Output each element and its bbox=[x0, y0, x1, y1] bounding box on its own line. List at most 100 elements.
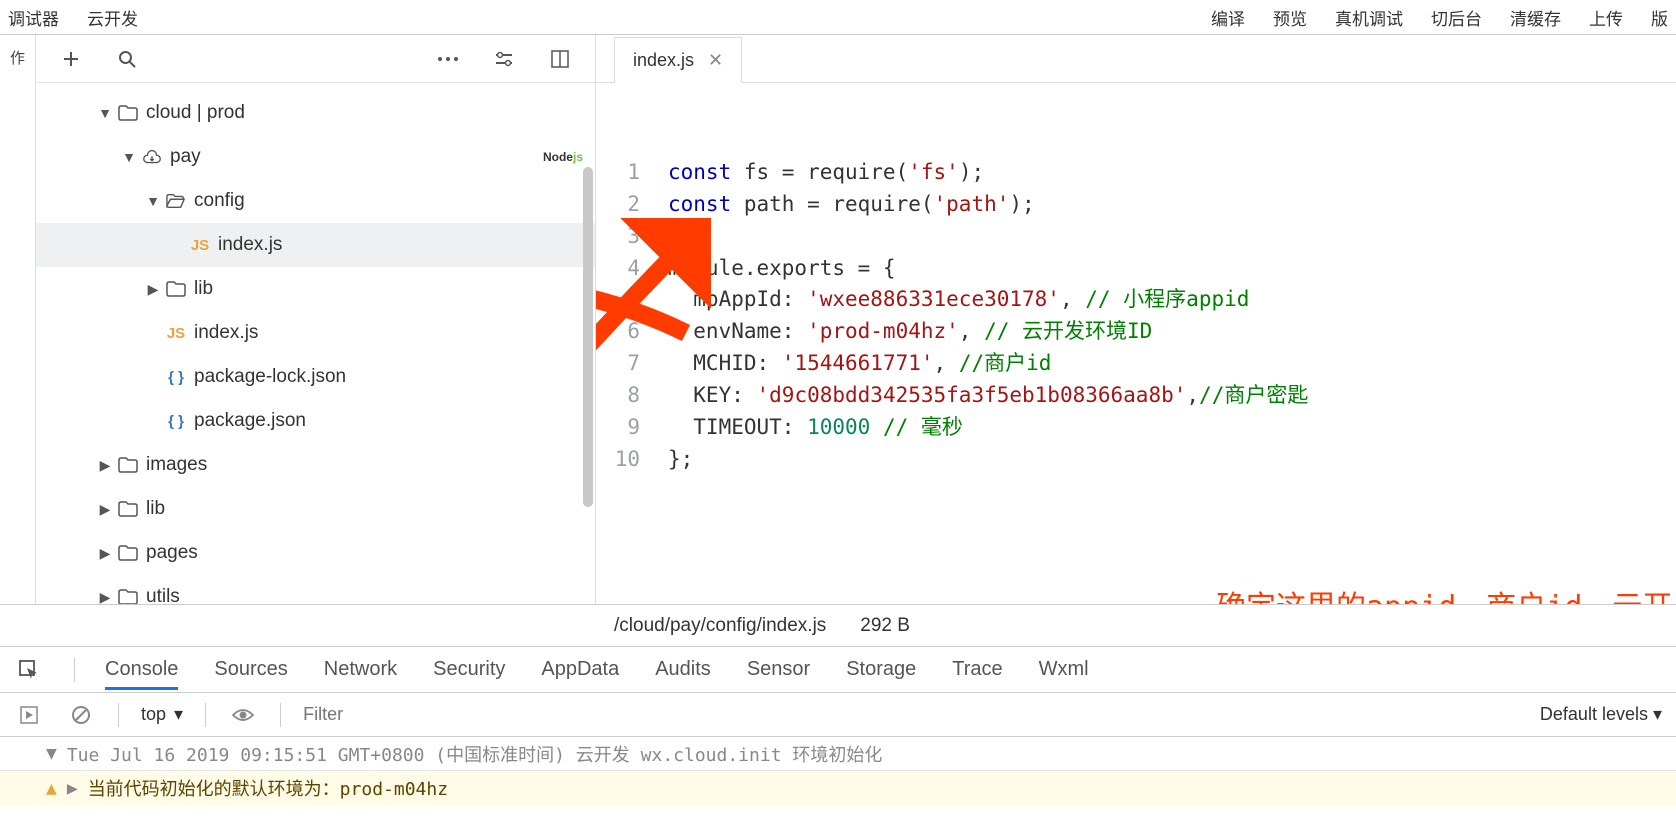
play-icon bbox=[20, 706, 38, 724]
editor-status-bar: /cloud/pay/config/index.js 292 B bbox=[0, 605, 1676, 647]
caret-down-icon: ▼ bbox=[96, 105, 114, 121]
line-number: 10 bbox=[596, 444, 668, 476]
clear-icon bbox=[71, 705, 91, 725]
line-number: 6 bbox=[596, 316, 668, 348]
tree-row[interactable]: ▼payNodejs bbox=[36, 135, 595, 179]
devtools-tab[interactable]: Console bbox=[105, 658, 178, 690]
js-icon: JS bbox=[162, 325, 190, 342]
folder-icon bbox=[162, 281, 190, 297]
top-menu-left: 调试器 云开发 bbox=[8, 5, 138, 30]
devtools-tab[interactable]: Sources bbox=[214, 658, 287, 682]
devtools-tab[interactable]: Audits bbox=[655, 658, 711, 682]
caret-right-icon: ▶ bbox=[96, 457, 114, 474]
close-icon[interactable]: ✕ bbox=[708, 50, 723, 71]
tree-label: config bbox=[190, 190, 245, 212]
devtools-tab[interactable]: Security bbox=[433, 658, 505, 682]
tree-row[interactable]: ▶pages bbox=[36, 531, 595, 575]
code-line: 6 envName: 'prod-m04hz', // 云开发环境ID bbox=[596, 316, 1676, 348]
console-output[interactable]: ▼ Tue Jul 16 2019 09:15:51 GMT+0800 (中国标… bbox=[0, 737, 1676, 805]
devtools-tabs: ConsoleSourcesNetworkSecurityAppDataAudi… bbox=[105, 658, 1089, 682]
split-button[interactable] bbox=[545, 44, 575, 74]
live-button[interactable] bbox=[228, 700, 258, 730]
tree-row[interactable]: { }package-lock.json bbox=[36, 355, 595, 399]
tree-label: cloud | prod bbox=[142, 102, 245, 124]
tree-label: lib bbox=[190, 278, 213, 300]
inspect-icon bbox=[19, 660, 39, 680]
caret-right-icon: ▶ bbox=[96, 589, 114, 605]
devtools-tab[interactable]: Sensor bbox=[747, 658, 810, 682]
code-line: 7 MCHID: '1544661771', //商户id bbox=[596, 348, 1676, 380]
code-editor[interactable]: 1const fs = require('fs');2const path = … bbox=[596, 83, 1676, 604]
devtools-tab[interactable]: Storage bbox=[846, 658, 916, 682]
tree-row[interactable]: JSindex.js bbox=[36, 311, 595, 355]
editor-tab[interactable]: index.js ✕ bbox=[614, 37, 742, 83]
file-tree[interactable]: ▼cloud | prod▼payNodejs▼configJSindex.js… bbox=[36, 83, 595, 604]
devtools-tab[interactable]: Network bbox=[324, 658, 397, 682]
plus-icon bbox=[62, 50, 80, 68]
eye-icon bbox=[232, 707, 254, 723]
left-gutter-strip: 作 bbox=[0, 35, 36, 604]
search-button[interactable] bbox=[112, 44, 142, 74]
tree-row[interactable]: ▶utils bbox=[36, 575, 595, 604]
code-line: 2const path = require('path'); bbox=[596, 189, 1676, 221]
line-number: 9 bbox=[596, 412, 668, 444]
run-button[interactable] bbox=[14, 700, 44, 730]
console-log-line: ▼ Tue Jul 16 2019 09:15:51 GMT+0800 (中国标… bbox=[0, 737, 1676, 771]
more-button[interactable] bbox=[433, 44, 463, 74]
explorer-scrollbar[interactable] bbox=[583, 167, 593, 507]
menu-item[interactable]: 上传 bbox=[1589, 5, 1623, 30]
tree-row[interactable]: ▶lib bbox=[36, 267, 595, 311]
menu-item[interactable]: 真机调试 bbox=[1335, 5, 1403, 30]
nodejs-badge: Nodejs bbox=[543, 150, 583, 164]
status-filesize: 292 B bbox=[860, 615, 910, 637]
menu-item[interactable]: 预览 bbox=[1273, 5, 1307, 30]
settings-button[interactable] bbox=[489, 44, 519, 74]
tree-row[interactable]: ▼ cloud | prod bbox=[36, 91, 595, 135]
menu-item[interactable]: 版 bbox=[1651, 5, 1668, 30]
tree-row[interactable]: ▼config bbox=[36, 179, 595, 223]
inspect-button[interactable] bbox=[14, 655, 44, 685]
json-icon: { } bbox=[162, 369, 190, 386]
search-icon bbox=[118, 50, 136, 68]
js-icon: JS bbox=[186, 237, 214, 254]
menu-item[interactable]: 云开发 bbox=[87, 5, 138, 30]
annotation-overlay: 确定这里的appid，商户id，云开发环境id 商户密匙都是你的 bbox=[1216, 503, 1676, 604]
left-gutter-label: 作 bbox=[10, 50, 25, 67]
line-number: 4 bbox=[596, 253, 668, 285]
top-menu-right: 编译 预览 真机调试 切后台 清缓存 上传 版 bbox=[1211, 5, 1668, 30]
folder-open-icon bbox=[162, 193, 190, 209]
tree-row[interactable]: { }package.json bbox=[36, 399, 595, 443]
context-select[interactable]: top ▾ bbox=[141, 704, 183, 725]
code-line: 8 KEY: 'd9c08bdd342535fa3f5eb1b08366aa8b… bbox=[596, 380, 1676, 412]
explorer-toolbar bbox=[36, 35, 595, 83]
tree-row[interactable]: ▶images bbox=[36, 443, 595, 487]
annotation-line: 确定这里的appid，商户id，云开发环境id bbox=[1216, 587, 1676, 604]
menu-item[interactable]: 清缓存 bbox=[1510, 5, 1561, 30]
tree-label: package.json bbox=[190, 410, 306, 432]
levels-select[interactable]: Default levels ▾ bbox=[1540, 704, 1662, 725]
split-icon bbox=[551, 50, 569, 68]
devtools-tab[interactable]: Trace bbox=[952, 658, 1002, 682]
editor-pane: index.js ✕ 1const fs = require('fs');2co… bbox=[596, 35, 1676, 604]
tree-label: pay bbox=[166, 146, 201, 168]
devtools-tab[interactable]: AppData bbox=[541, 658, 619, 682]
caret-right-icon: ▶ bbox=[96, 501, 114, 518]
menu-item[interactable]: 调试器 bbox=[8, 5, 59, 30]
line-number: 1 bbox=[596, 157, 668, 189]
code-line: 1const fs = require('fs'); bbox=[596, 157, 1676, 189]
editor-tab-bar: index.js ✕ bbox=[596, 35, 1676, 83]
clear-console-button[interactable] bbox=[66, 700, 96, 730]
console-warn-line: ▲ ▶ 当前代码初始化的默认环境为：prod-m04hz bbox=[0, 771, 1676, 805]
folder-icon bbox=[114, 457, 142, 473]
tree-row[interactable]: ▶lib bbox=[36, 487, 595, 531]
file-explorer: ▼cloud | prod▼payNodejs▼configJSindex.js… bbox=[36, 35, 596, 604]
devtools-tab[interactable]: Wxml bbox=[1039, 658, 1089, 682]
menu-item[interactable]: 切后台 bbox=[1431, 5, 1482, 30]
add-file-button[interactable] bbox=[56, 44, 86, 74]
caret-right-icon: ▶ bbox=[67, 778, 78, 799]
tree-row[interactable]: JSindex.js bbox=[36, 223, 595, 267]
filter-input[interactable] bbox=[303, 704, 1518, 725]
top-menu-bar: 调试器 云开发 编译 预览 真机调试 切后台 清缓存 上传 版 bbox=[0, 0, 1676, 35]
menu-item[interactable]: 编译 bbox=[1211, 5, 1245, 30]
ellipsis-icon bbox=[437, 56, 459, 62]
